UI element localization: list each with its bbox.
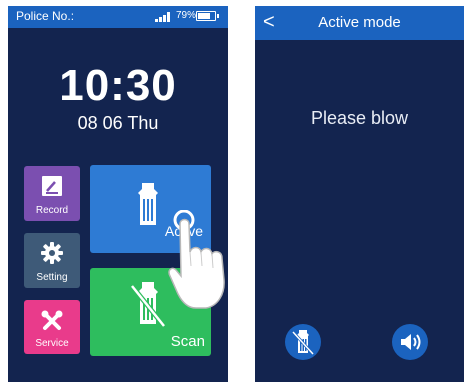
setting-label: Setting (36, 272, 68, 283)
police-number-label: Police No.: (16, 9, 75, 23)
status-bar: Police No.: 79% (8, 6, 228, 28)
pointing-hand-icon (168, 210, 225, 309)
record-label: Record (35, 205, 69, 216)
clock-time: 10:30 (59, 61, 177, 110)
battery-icon (196, 11, 219, 21)
blow-prompt: Please blow (310, 108, 409, 128)
mouthpiece-off-button[interactable] (285, 324, 321, 360)
mouthpiece-off-icon (291, 330, 315, 356)
record-button[interactable]: Record (24, 166, 80, 221)
tools-icon (41, 310, 63, 330)
home-screen: Police No.: 79% 10:30 08 06 Thu Record S… (8, 6, 228, 382)
scan-label: Scan (170, 333, 205, 350)
active-mode-screen: < Active mode Please blow (255, 6, 464, 382)
page-title: Active mode (318, 14, 401, 31)
clock-date: 08 06 Thu (77, 113, 159, 133)
setting-button[interactable]: Setting (24, 233, 80, 288)
speaker-icon (401, 334, 421, 350)
speaker-button[interactable] (392, 324, 428, 360)
signal-icon (155, 12, 170, 22)
record-icon (42, 176, 62, 196)
service-label: Service (35, 338, 69, 349)
mouthpiece-icon (138, 183, 158, 225)
header-bar: < Active mode (255, 6, 464, 40)
service-button[interactable]: Service (24, 300, 80, 354)
gear-icon (41, 242, 63, 264)
battery-percent: 79% (176, 10, 197, 21)
